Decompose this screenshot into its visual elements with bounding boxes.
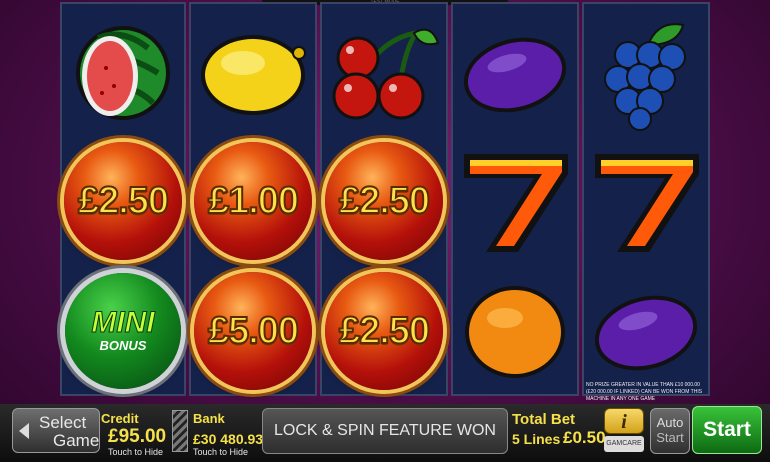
reel-2-top <box>191 8 315 138</box>
message-panel: LOCK & SPIN FEATURE WON <box>262 408 508 454</box>
mini-bonus-coin: MINI BONUS <box>65 273 181 389</box>
gamcare-logo[interactable]: GAMCARE <box>604 436 644 452</box>
reel-4-bottom <box>453 266 577 396</box>
bet-lines: 5 Lines <box>512 431 561 447</box>
reel-2-bottom: £5.00 <box>191 266 315 396</box>
left-arrow-icon <box>19 423 29 439</box>
cash-coin: £2.50 <box>325 272 443 390</box>
auto-label: Auto <box>656 415 684 430</box>
credit-hint: Touch to Hide <box>108 447 164 457</box>
seven-icon <box>464 154 568 252</box>
seven-icon <box>595 154 699 252</box>
start-sub-label: Start <box>656 430 684 445</box>
cash-coin: £5.00 <box>194 272 312 390</box>
reel-5-middle <box>584 136 708 266</box>
select-game-button[interactable]: Select Game <box>12 408 100 453</box>
plum-icon <box>463 37 567 113</box>
reel-2: £1.00 £5.00 <box>189 2 317 396</box>
start-button[interactable]: Start <box>692 406 762 454</box>
reel-5-top <box>584 8 708 138</box>
bonus-label: BONUS <box>99 338 147 353</box>
orange-icon <box>465 286 565 378</box>
cash-coin: £2.50 <box>64 142 182 260</box>
credit-label: Credit <box>101 411 139 426</box>
coin-value: £1.00 <box>207 179 300 223</box>
toggle-stripe[interactable] <box>172 410 188 452</box>
watermelon-icon <box>76 26 170 120</box>
disclaimer-line: (£20 000.00 IF LINKED) CAN BE WON FROM T… <box>586 389 703 395</box>
select-game-line1: Select <box>39 413 87 432</box>
cherries-icon <box>332 28 440 120</box>
reel-1-bottom: MINI BONUS <box>62 266 184 396</box>
disclaimer-line: NO PRIZE GREATER IN VALUE THAN £10 000.0… <box>586 382 700 388</box>
coin-value: £2.50 <box>338 309 431 353</box>
bank-label: Bank <box>193 411 225 426</box>
cash-coin: £2.50 <box>325 142 443 260</box>
bank-hint: Touch to Hide <box>193 447 249 457</box>
reel-3: £2.50 £2.50 <box>320 2 448 396</box>
lemon-icon <box>201 35 306 115</box>
reel-4 <box>451 2 579 396</box>
auto-start-button[interactable]: Auto Start <box>650 408 690 454</box>
total-bet-label: Total Bet <box>512 411 576 428</box>
max-prize-disclaimer: NO PRIZE GREATER IN VALUE THAN £10 000.0… <box>586 382 712 403</box>
disclaimer-line: MACHINE IN ANY ONE GAME <box>586 396 656 402</box>
coin-value: £2.50 <box>338 179 431 223</box>
select-game-line2: Game <box>53 431 100 450</box>
reel-4-middle <box>453 136 577 266</box>
total-bet-value: £0.50 <box>563 428 606 447</box>
reel-1-middle: £2.50 <box>62 136 184 266</box>
mini-label: MINI <box>91 306 155 339</box>
reel-3-bottom: £2.50 <box>322 266 446 396</box>
reel-1: £2.50 MINI BONUS <box>60 2 186 396</box>
reel-1-top <box>62 8 184 138</box>
bank-value: £30 480.93 <box>193 431 264 447</box>
plum-icon <box>594 295 698 371</box>
grapes-icon <box>604 23 686 131</box>
reel-3-top <box>322 8 446 138</box>
reel-5 <box>582 2 710 396</box>
coin-value: £5.00 <box>207 309 300 353</box>
cash-coin: £1.00 <box>194 142 312 260</box>
reel-3-middle: £2.50 <box>322 136 446 266</box>
reel-2-middle: £1.00 <box>191 136 315 266</box>
coin-value: £2.50 <box>77 179 170 223</box>
credit-value: £95.00 <box>108 426 167 447</box>
reel-5-bottom <box>584 266 708 396</box>
reel-4-top <box>453 8 577 138</box>
info-button[interactable]: i <box>604 408 644 434</box>
